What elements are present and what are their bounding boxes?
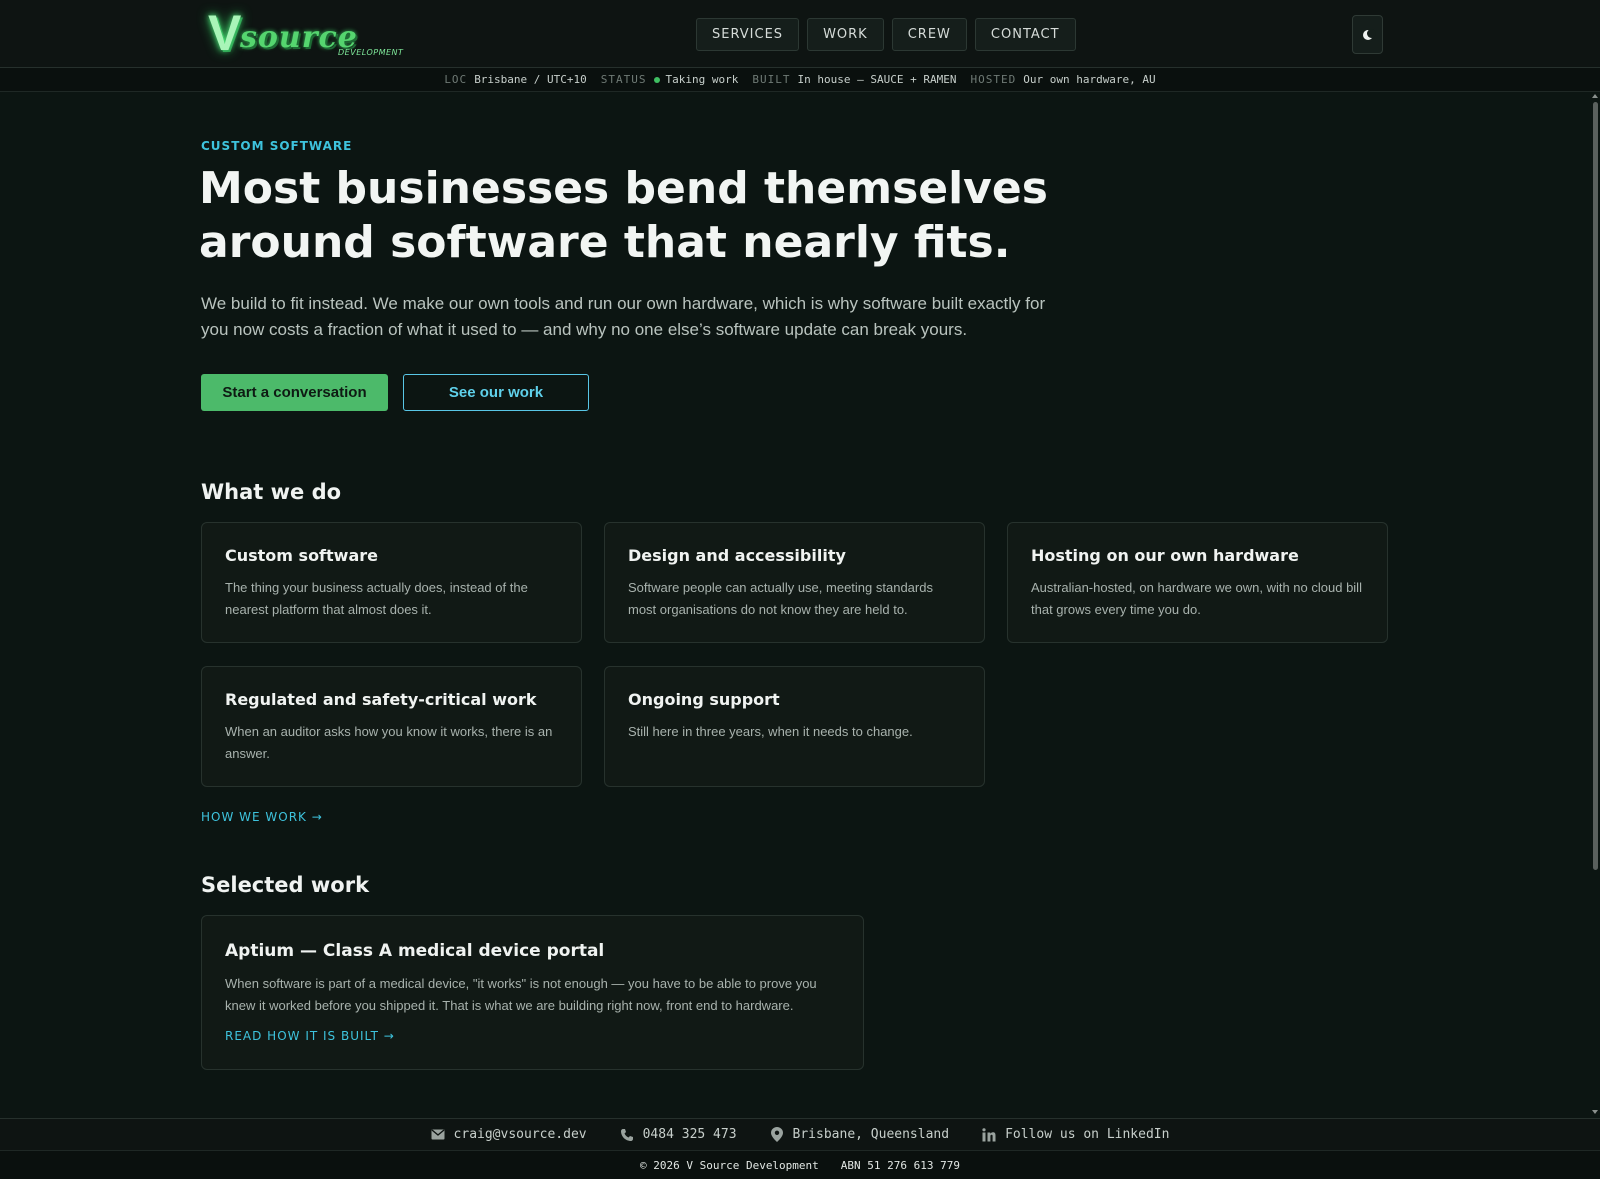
service-card-title: Design and accessibility <box>628 546 846 565</box>
service-card-title: Hosting on our own hardware <box>1031 546 1299 565</box>
abn-text: ABN 51 276 613 779 <box>840 1158 961 1172</box>
nav-work[interactable]: WORK <box>807 18 884 51</box>
footer-linkedin[interactable]: Follow us on LinkedIn <box>982 1127 1169 1142</box>
service-card-body: When an auditor asks how you know it wor… <box>225 724 553 761</box>
nav-contact[interactable]: CONTACT <box>974 18 1076 51</box>
page-scrollbar[interactable] <box>1590 92 1600 1118</box>
logo-mark: V <box>208 5 242 61</box>
service-card-ongoing-support[interactable]: Ongoing support Still here in three year… <box>604 666 985 787</box>
footer-contacts: craig@vsource.dev 0484 325 473 Brisbane,… <box>0 1118 1600 1150</box>
footer-phone[interactable]: 0484 325 473 <box>620 1127 737 1142</box>
footer-email[interactable]: craig@vsource.dev <box>431 1127 587 1142</box>
service-card-title: Regulated and safety-critical work <box>225 690 537 709</box>
service-card-hosting[interactable]: Hosting on our own hardware Australian-h… <box>1007 522 1388 643</box>
status-strip: LOC Brisbane / UTC+10 STATUS Taking work B… <box>0 68 1600 92</box>
footer-legal: © 2026 V Source Development ABN 51 276 6… <box>0 1150 1600 1179</box>
how-we-work-link[interactable]: HOW WE WORK → <box>201 810 323 824</box>
nav-crew[interactable]: CREW <box>891 18 967 51</box>
headline-line-1: Most businesses bend themselves <box>199 163 1048 214</box>
service-card-custom-software[interactable]: Custom software The thing your business … <box>201 522 582 643</box>
service-card-regulated[interactable]: Regulated and safety-critical work When … <box>201 666 582 787</box>
main-nav: SERVICES WORK CREW CONTACT <box>696 18 1076 51</box>
service-card-title: Custom software <box>225 546 378 565</box>
top-navigation-bar: V source DEVELOPMENT SERVICES WORK CREW … <box>0 0 1600 68</box>
hero-headline: Most businesses bend themselves around s… <box>199 162 1099 270</box>
service-card-body: Still here in three years, when it needs… <box>628 724 913 739</box>
linkedin-icon <box>982 1127 996 1142</box>
strip-hosted: HOSTED Our own hardware, AU <box>970 73 1156 86</box>
copyright-text: © 2026 V Source Development <box>639 1158 819 1172</box>
scroll-up-icon[interactable] <box>1592 94 1598 98</box>
see-our-work-button[interactable]: See our work <box>403 374 589 411</box>
status-dot-icon <box>653 77 660 83</box>
start-conversation-button[interactable]: Start a conversation <box>201 374 388 411</box>
strip-status: STATUS Taking work <box>600 73 739 86</box>
theme-toggle-button[interactable] <box>1352 15 1383 54</box>
headline-line-2: around software that nearly fits. <box>199 217 1011 268</box>
service-card-design-accessibility[interactable]: Design and accessibility Software people… <box>604 522 985 643</box>
hero-eyebrow: CUSTOM SOFTWARE <box>201 139 353 153</box>
scrollbar-thumb[interactable] <box>1593 102 1598 870</box>
scroll-down-icon[interactable] <box>1592 1110 1598 1114</box>
selected-work-title: Selected work <box>201 873 370 897</box>
footer-location[interactable]: Brisbane, Queensland <box>770 1127 949 1142</box>
envelope-icon <box>431 1128 445 1142</box>
hero-lede: We build to fit instead. We make our own… <box>201 294 1046 339</box>
strip-loc: LOC Brisbane / UTC+10 <box>444 73 587 86</box>
service-card-title: Ongoing support <box>628 690 780 709</box>
map-pin-icon <box>770 1127 784 1142</box>
work-card-title: Aptium — Class A medical device portal <box>225 941 605 961</box>
vsource-logo[interactable]: V source DEVELOPMENT <box>208 5 403 61</box>
logo-subtitle: DEVELOPMENT <box>338 48 404 57</box>
service-card-body: Australian-hosted, on hardware we own, w… <box>1031 580 1362 617</box>
read-how-built-link[interactable]: READ HOW IT IS BUILT → <box>225 1029 395 1043</box>
services-title: What we do <box>201 480 342 504</box>
work-card-aptium[interactable]: Aptium — Class A medical device portal W… <box>201 915 864 1070</box>
strip-built: BUILT In house — SAUCE + RAMEN <box>752 73 957 86</box>
moon-icon <box>1362 28 1376 40</box>
phone-icon <box>620 1128 634 1142</box>
work-card-body: When software is part of a medical devic… <box>225 976 817 1013</box>
service-card-body: The thing your business actually does, i… <box>225 580 528 617</box>
service-card-body: Software people can actually use, meetin… <box>628 580 933 617</box>
nav-services[interactable]: SERVICES <box>696 18 800 51</box>
